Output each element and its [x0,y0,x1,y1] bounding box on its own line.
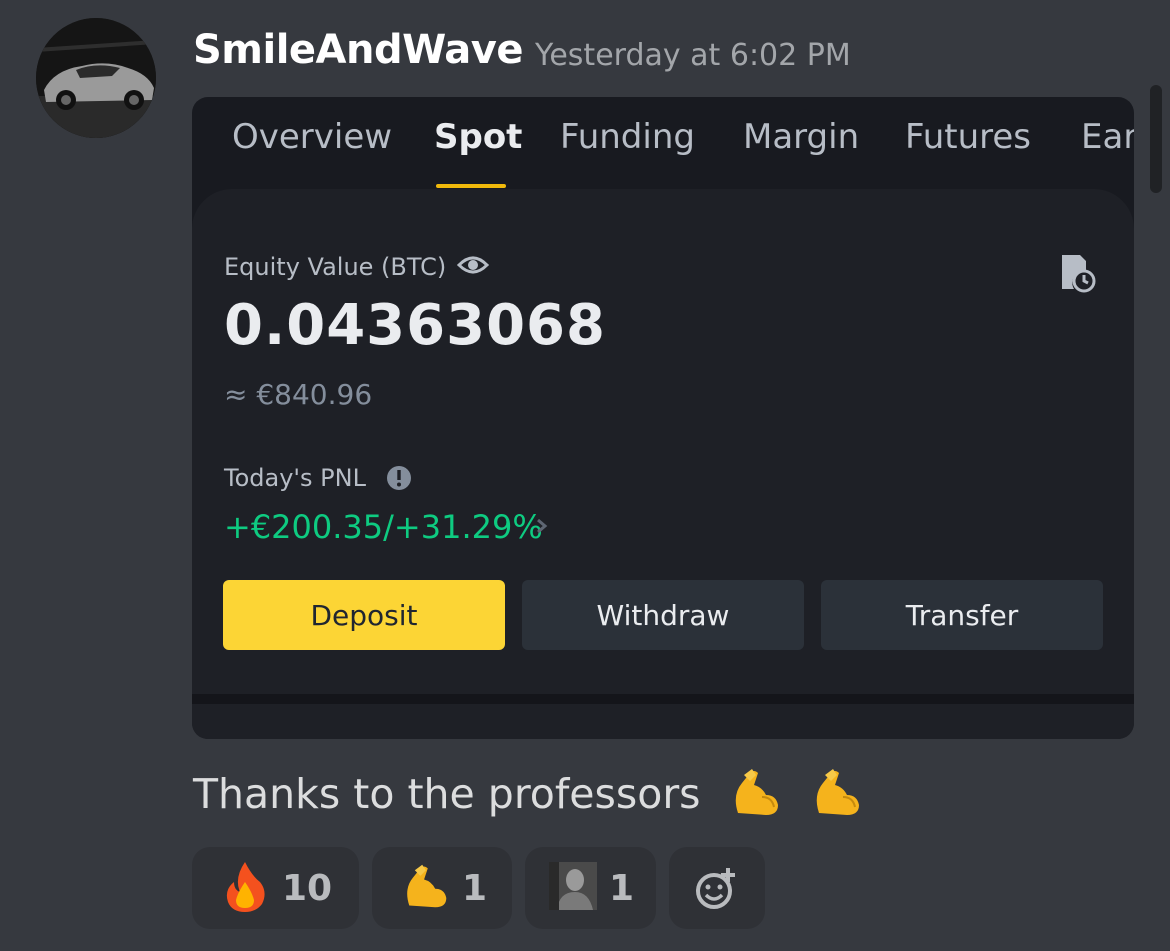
flexed-biceps-icon [728,765,782,829]
reaction-flexed-biceps[interactable]: 1 [372,847,512,929]
tab-spot: Spot [434,117,523,157]
add-reaction-button[interactable] [669,847,765,929]
tab-overview: Overview [232,117,393,157]
image-attachment[interactable]: Overview Spot Funding Margin Futures Ear… [192,97,1134,739]
message-timestamp: Yesterday at 6:02 PM [535,38,851,73]
reaction-fire[interactable]: 10 [192,847,359,929]
chevron-right-icon [537,518,548,534]
reaction-count: 1 [609,867,635,909]
reaction-custom-portrait[interactable]: 1 [525,847,656,929]
deposit-button: Deposit [223,580,505,650]
reaction-count: 1 [462,867,488,909]
flexed-biceps-icon [400,861,450,915]
pnl-value: +€200.35/+31.29% [224,508,543,546]
transfer-button: Transfer [821,580,1103,650]
car-avatar-image [36,18,156,138]
tab-funding: Funding [560,117,695,157]
flexed-biceps-icon [809,765,863,829]
equity-label: Equity Value (BTC) [224,253,447,281]
custom-portrait-icon [549,862,597,914]
eye-icon [457,256,489,274]
card-footer [192,704,1134,739]
info-icon [387,466,411,490]
active-tab-indicator [436,184,506,188]
tab-margin: Margin [743,117,860,157]
tab-futures: Futures [905,117,1031,157]
add-reaction-icon [696,868,735,909]
equity-value: 0.04363068 [224,293,606,358]
scrollbar-thumb[interactable] [1150,85,1162,193]
user-avatar[interactable] [36,18,156,138]
username[interactable]: SmileAndWave [193,27,524,73]
equity-fiat-value: ≈ €840.96 [224,378,373,411]
tab-earn: Ear [1081,117,1134,157]
card-divider [192,694,1134,704]
message-text-content: Thanks to the professors [193,770,701,818]
fire-icon [220,860,270,916]
message-text: Thanks to the professors [193,765,863,829]
withdraw-button: Withdraw [522,580,804,650]
history-icon [1062,255,1096,293]
pnl-label: Today's PNL [224,464,366,492]
reaction-count: 10 [282,867,333,909]
